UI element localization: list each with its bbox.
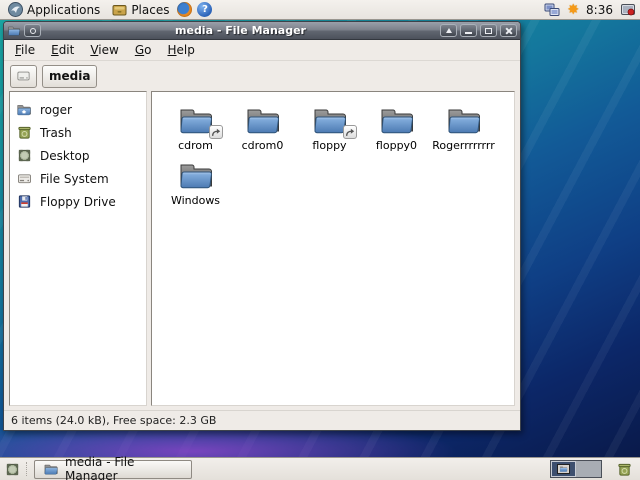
workspace-pager [550,460,602,478]
sidebar-label: Desktop [40,148,90,163]
floppy-drive-icon [16,194,32,210]
sidebar-item-home[interactable]: roger [10,98,146,121]
sticky-icon [29,27,36,34]
file-item-cdrom0[interactable]: cdrom0 [229,105,296,152]
file-label: floppy0 [375,139,418,152]
taskbar-window-label: media - File Manager [65,455,135,480]
shortcuts-sidebar: roger Trash Desktop File System Floppy D… [9,91,147,406]
sidebar-item-trash[interactable]: Trash [10,121,146,144]
sidebar-item-filesystem[interactable]: File System [10,167,146,190]
close-icon [505,27,513,35]
pager-window-thumbnail [557,464,570,474]
menubar: File Edit View Go Help [4,40,520,61]
window-title: media - File Manager [175,24,306,37]
places-label: Places [131,2,170,17]
help-launcher-icon[interactable]: ? [197,2,213,17]
taskbar-window-button[interactable]: media - File Manager [34,455,192,480]
applications-menu[interactable]: Applications [4,1,103,19]
titlebar[interactable]: media - File Manager [4,22,520,40]
symlink-emblem-icon [208,125,223,139]
trash-icon [16,125,32,141]
show-desktop-button[interactable] [4,461,20,477]
menu-view[interactable]: View [83,41,125,59]
folder-icon [180,164,212,189]
pathbar-current-button[interactable]: media [42,64,98,88]
folder-icon [448,109,480,134]
file-item-floppy[interactable]: floppy [296,105,363,152]
home-folder-icon [16,102,32,118]
xfce-logo-icon [7,2,23,18]
menu-edit[interactable]: Edit [44,41,81,59]
panel-clock: 8:36 [586,2,613,17]
desktop-icon [16,148,32,164]
logout-screen-icon[interactable] [620,2,636,18]
menu-file[interactable]: File [8,41,42,59]
trash-applet-icon[interactable] [616,461,632,477]
sidebar-item-desktop[interactable]: Desktop [10,144,146,167]
computer-icon [17,71,30,81]
file-label: cdrom0 [241,139,284,152]
top-panel: Applications Places ? ✸ 8:36 [0,0,640,20]
places-icon [111,2,127,18]
menu-help[interactable]: Help [160,41,201,59]
menu-go[interactable]: Go [128,41,159,59]
symlink-emblem-icon [342,125,357,139]
file-label: cdrom [178,139,213,152]
folder-icon [381,109,413,134]
shade-button[interactable] [440,24,457,37]
file-item-cdrom[interactable]: cdrom [162,105,229,152]
sidebar-label: Floppy Drive [40,194,116,209]
window-folder-icon [7,25,21,37]
filesystem-icon [16,171,32,187]
network-monitor-icon[interactable] [544,2,560,18]
sticky-button[interactable] [24,24,41,37]
window-content: roger Trash Desktop File System Floppy D… [4,91,520,410]
places-menu[interactable]: Places [108,1,172,19]
sidebar-label: roger [40,102,72,117]
file-list-view[interactable]: cdrom cdrom0 floppy floppy0 Rogerrrrrrrr… [151,91,515,406]
file-label: floppy [312,139,347,152]
minimize-button[interactable] [460,24,477,37]
maximize-icon [485,27,492,34]
sidebar-item-floppy-drive[interactable]: Floppy Drive [10,190,146,213]
workspace-1[interactable] [551,461,576,477]
workspace-2[interactable] [576,461,601,477]
statusbar-text: 6 items (24.0 kB), Free space: 2.3 GB [11,414,217,427]
maximize-button[interactable] [480,24,497,37]
close-button[interactable] [500,24,517,37]
sidebar-label: Trash [40,125,72,140]
panel-separator [26,462,28,476]
pathbar-filesystem-button[interactable] [10,64,37,88]
file-label: Rogerrrrrrrr [432,139,495,152]
file-label: Windows [170,194,221,207]
folder-icon [247,109,279,134]
file-item-floppy0[interactable]: floppy0 [363,105,430,152]
shade-icon [445,28,452,33]
file-item-rogerrrrrrrr[interactable]: Rogerrrrrrrr [430,105,497,152]
sidebar-label: File System [40,171,109,186]
taskbar-folder-icon [43,463,59,476]
file-manager-window: media - File Manager File Edit View Go H… [3,21,521,431]
taskbar-panel: media - File Manager [0,455,640,480]
firefox-launcher-icon[interactable] [177,2,193,17]
file-item-windows[interactable]: Windows [162,160,229,207]
applications-label: Applications [27,2,101,17]
statusbar: 6 items (24.0 kB), Free space: 2.3 GB [4,410,520,430]
pathbar: media [4,61,520,91]
brightness-icon[interactable]: ✸ [567,3,579,17]
minimize-icon [465,31,472,34]
